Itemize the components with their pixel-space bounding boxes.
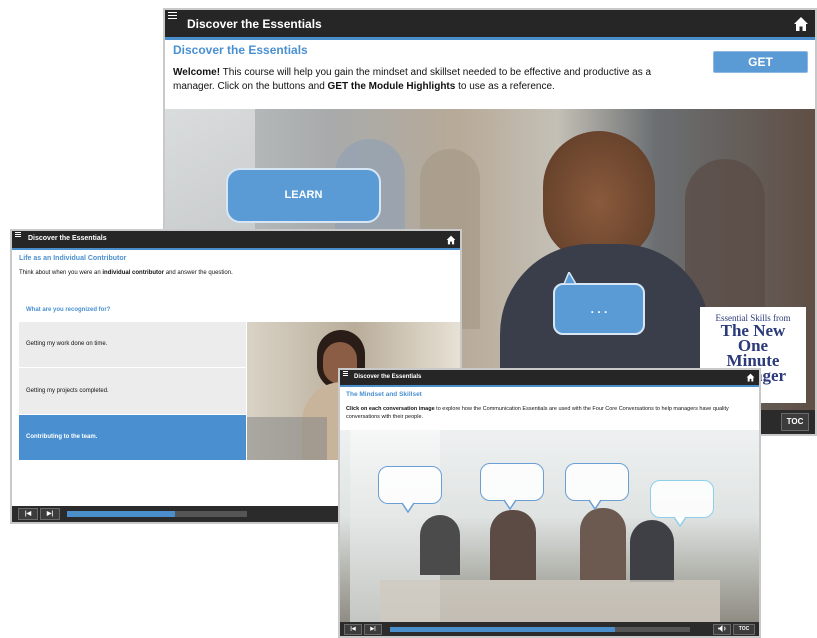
right-progress-bar[interactable] <box>390 627 690 632</box>
left-window-title: Discover the Essentials <box>28 235 107 242</box>
right-toc-button[interactable]: TOC <box>733 624 755 635</box>
left-progress-bar[interactable] <box>67 511 247 517</box>
left-instr-bold: individual contributor <box>102 270 165 276</box>
left-prev-button[interactable]: |◀ <box>18 508 38 520</box>
right-titlebar: Discover the Essentials <box>340 370 759 387</box>
right-instr-bold: Click on each conversation image <box>346 406 435 412</box>
option-label-3: Contributing to the team. <box>26 434 98 440</box>
left-instr-2: and answer the question. <box>164 270 233 276</box>
right-home-icon[interactable] <box>746 373 755 382</box>
left-instruction: Think about when you were an individual … <box>19 270 233 276</box>
right-instruction: Click on each conversation image to expl… <box>346 405 746 421</box>
bubble-tail-icon <box>563 272 577 284</box>
learn-button-label: LEARN <box>284 189 323 201</box>
conversation-image-3[interactable] <box>565 463 629 501</box>
option-row-2[interactable]: Getting my projects completed. <box>19 368 246 414</box>
left-progress-fill <box>67 511 175 517</box>
right-window-title: Discover the Essentials <box>354 374 422 380</box>
menu-icon[interactable] <box>168 12 177 21</box>
option-label-1: Getting my work done on time. <box>26 341 108 347</box>
right-prev-button[interactable]: |◀ <box>344 624 362 635</box>
main-heading: Discover the Essentials <box>173 43 308 57</box>
right-progress-fill <box>390 627 615 632</box>
main-intro-text: Welcome! This course will help you gain … <box>173 66 693 94</box>
right-course-window: Discover the Essentials The Mindset and … <box>338 368 761 638</box>
get-button-label: GET <box>748 55 773 69</box>
main-toc-label: TOC <box>786 417 804 426</box>
left-question: What are you recognized for? <box>26 307 111 313</box>
intro-text-2: to use as a reference. <box>455 81 555 92</box>
option-row-3[interactable]: Contributing to the team. <box>19 415 246 460</box>
left-home-icon[interactable] <box>446 235 456 245</box>
learn-button[interactable]: LEARN <box>226 168 381 223</box>
option-label-2: Getting my projects completed. <box>26 388 109 394</box>
ellipsis-label: . . . <box>590 302 608 316</box>
main-titlebar: Discover the Essentials <box>165 10 815 40</box>
option-row-1[interactable]: Getting my work done on time. <box>19 322 246 367</box>
intro-bold-highlights: GET the Module Highlights <box>327 81 456 92</box>
left-heading: Life as an Individual Contributor <box>19 255 127 262</box>
volume-icon <box>717 625 726 632</box>
right-toc-label: TOC <box>738 626 750 632</box>
conversation-image-4[interactable] <box>650 480 714 518</box>
main-toc-button[interactable]: TOC <box>781 413 809 431</box>
meeting-room-photo <box>340 430 759 622</box>
left-next-button[interactable]: ▶| <box>40 508 60 520</box>
intro-bold-welcome: Welcome! <box>173 67 221 78</box>
right-menu-icon[interactable] <box>343 371 348 378</box>
main-window-title: Discover the Essentials <box>187 17 322 31</box>
conversation-image-1[interactable] <box>378 466 442 504</box>
left-titlebar: Discover the Essentials <box>12 231 460 250</box>
left-menu-icon[interactable] <box>15 232 21 239</box>
left-instr-1: Think about when you were an <box>19 270 103 276</box>
right-volume-button[interactable] <box>713 624 731 635</box>
conversation-image-2[interactable] <box>480 463 544 501</box>
right-heading: The Mindset and Skillset <box>346 391 422 398</box>
conversation-bubble-button[interactable]: . . . <box>553 283 645 335</box>
home-icon[interactable] <box>793 16 809 32</box>
right-next-button[interactable]: ▶| <box>364 624 382 635</box>
get-button[interactable]: GET <box>713 51 808 73</box>
